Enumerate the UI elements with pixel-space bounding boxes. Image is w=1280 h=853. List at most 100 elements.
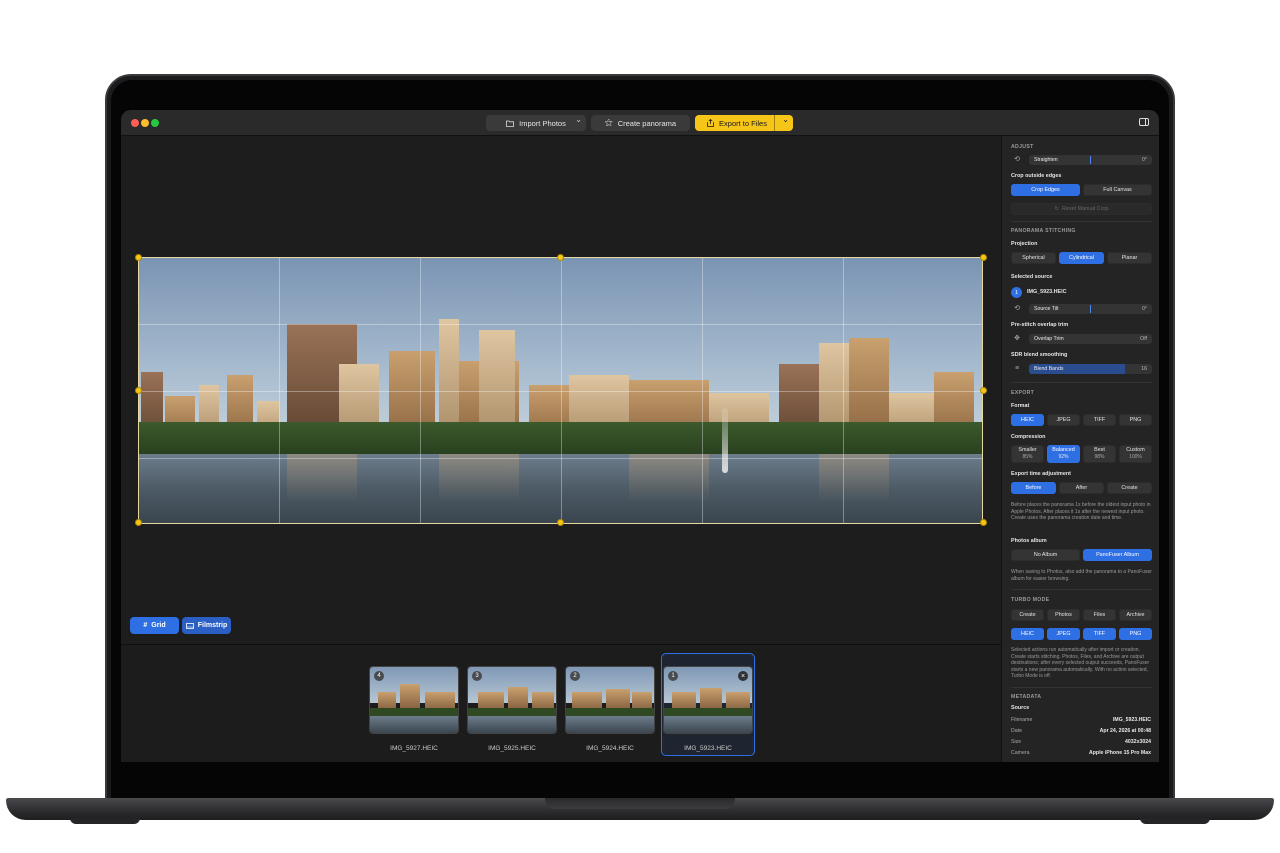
share-icon (707, 119, 714, 127)
format-heic-option[interactable]: HEIC (1011, 414, 1044, 426)
thumbnail-water (370, 715, 458, 733)
crop-handle-bottom[interactable] (557, 519, 564, 526)
reflection (629, 454, 709, 502)
sidebar-toggle-icon[interactable] (1139, 118, 1149, 126)
grid-view-button[interactable]: # Grid (130, 617, 179, 634)
turbo-create-toggle[interactable]: Create (1011, 609, 1044, 621)
cylindrical-option[interactable]: Cylindrical (1059, 252, 1104, 264)
thumbnail[interactable]: 3 (467, 666, 557, 734)
straighten-slider[interactable]: Straighten 0° (1029, 155, 1152, 165)
divider (1011, 382, 1152, 383)
time-before-option[interactable]: Before (1011, 482, 1056, 494)
compression-balanced-option[interactable]: Balanced 92% (1047, 445, 1080, 463)
app-window: Import Photos ⌄ ⚝ Create panorama Export… (121, 110, 1159, 762)
reflection (439, 454, 519, 502)
turbo-archive-toggle[interactable]: Archive (1119, 609, 1152, 621)
album-note: When saving to Photos, also add the pano… (1011, 569, 1152, 582)
turbo-tiff-toggle[interactable]: TIFF (1083, 628, 1116, 640)
hash-icon: # (143, 622, 148, 629)
reset-manual-crop-button[interactable]: ↻ Reset Manual Crop (1011, 203, 1152, 215)
overlap-trim-slider[interactable]: Overlap Trim Off (1029, 334, 1152, 344)
crop-handle-bottom-left[interactable] (135, 519, 142, 526)
format-tiff-option[interactable]: TIFF (1083, 414, 1116, 426)
format-label: Format (1011, 403, 1030, 409)
title-bar: Import Photos ⌄ ⚝ Create panorama Export… (121, 110, 1159, 136)
thumbnail-filename: IMG_5925.HEIC (488, 745, 536, 752)
filmstrip-view-button[interactable]: Filmstrip (182, 617, 231, 634)
compression-smaller-option[interactable]: Smaller 85% (1011, 445, 1044, 463)
folder-icon (506, 120, 515, 127)
blend-bands-slider[interactable]: Blend Bands 16 (1029, 364, 1152, 374)
thumbnail[interactable]: 2 (565, 666, 655, 734)
export-to-files-label: Export to Files (719, 118, 767, 128)
reset-label: Reset Manual Crop (1062, 206, 1109, 212)
time-create-option[interactable]: Create (1107, 482, 1152, 494)
turbo-files-toggle[interactable]: Files (1083, 609, 1116, 621)
time-after-option[interactable]: After (1059, 482, 1104, 494)
divider (1011, 221, 1152, 222)
planar-option[interactable]: Planar (1107, 252, 1152, 264)
thumbnail-index-badge: 2 (570, 671, 580, 681)
laptop-notch (545, 798, 735, 809)
turbo-heic-toggle[interactable]: HEIC (1011, 628, 1044, 640)
crop-handle-bottom-right[interactable] (980, 519, 987, 526)
spherical-option[interactable]: Spherical (1011, 252, 1056, 264)
divider (1011, 687, 1152, 688)
format-jpeg-option[interactable]: JPEG (1047, 414, 1080, 426)
thumbnail[interactable]: 4 (369, 666, 459, 734)
turbo-photos-toggle[interactable]: Photos (1047, 609, 1080, 621)
metadata-value: Apr 24, 2026 at 00:48 (1099, 728, 1151, 734)
compression-best-option[interactable]: Best 98% (1083, 445, 1116, 463)
import-photos-button[interactable]: Import Photos ⌄ (486, 115, 586, 131)
reflection (819, 454, 889, 502)
full-canvas-option[interactable]: Full Canvas (1083, 184, 1152, 196)
create-panorama-button[interactable]: ⚝ Create panorama (591, 115, 690, 131)
zoom-window-button[interactable] (151, 119, 159, 127)
thumbnail-filename: IMG_5924.HEIC (586, 745, 634, 752)
minimize-window-button[interactable] (141, 119, 149, 127)
projection-label: Projection (1011, 241, 1038, 247)
filmstrip: 4 IMG_5927.HEIC 3 IMG_5925.HEIC 2 IMG_59… (121, 644, 1001, 762)
stitching-header: PANORAMA STITCHING (1011, 228, 1076, 234)
slider-marker (1090, 305, 1091, 313)
grid-line (139, 324, 982, 325)
reset-icon: ↻ (1054, 206, 1060, 212)
straighten-label: Straighten (1034, 157, 1058, 163)
turbo-mode-note: Selected actions run automatically after… (1011, 647, 1150, 680)
panofuser-album-option[interactable]: PanoFuser Album (1083, 549, 1152, 561)
thumbnail-index-badge: 4 (374, 671, 384, 681)
panorama-preview[interactable] (138, 257, 983, 524)
overlap-trim-value: Off (1140, 336, 1147, 342)
metadata-value: Apple iPhone 15 Pro Max (1089, 750, 1151, 756)
no-album-option[interactable]: No Album (1011, 549, 1080, 561)
option-value: 100% (1129, 454, 1142, 460)
crop-handle-top-right[interactable] (980, 254, 987, 261)
time-adjustment-label: Export time adjustment (1011, 471, 1071, 477)
turbo-jpeg-toggle[interactable]: JPEG (1047, 628, 1080, 640)
chevron-down-icon[interactable]: ⌄ (782, 115, 789, 124)
source-filename: IMG_5923.HEIC (1027, 289, 1067, 295)
export-to-files-button[interactable]: Export to Files ⌄ (695, 115, 793, 131)
compression-custom-option[interactable]: Custom 100% (1119, 445, 1152, 463)
panorama-canvas: # Grid Filmstrip (121, 136, 1001, 644)
option-value: 85% (1022, 454, 1033, 460)
format-png-option[interactable]: PNG (1119, 414, 1152, 426)
thumbnail-filename: IMG_5927.HEIC (390, 745, 438, 752)
metadata-value: 4032x3024 (1125, 739, 1151, 745)
metadata-key: Size (1011, 739, 1022, 745)
crop-handle-right[interactable] (980, 387, 987, 394)
turbo-png-toggle[interactable]: PNG (1119, 628, 1152, 640)
chevron-down-icon[interactable]: ⌄ (575, 115, 582, 124)
crop-edges-option[interactable]: Crop Edges (1011, 184, 1080, 196)
thumbnail-index-badge: 1 (668, 671, 678, 681)
remove-icon[interactable]: × (738, 671, 748, 681)
move-icon: ✥ (1014, 335, 1020, 342)
source-tilt-slider[interactable]: Source Tilt 0° (1029, 304, 1152, 314)
crop-handle-top-left[interactable] (135, 254, 142, 261)
crop-handle-left[interactable] (135, 387, 142, 394)
thumbnail-selected[interactable]: 1 × (663, 666, 753, 734)
list-icon: ≡ (1014, 365, 1020, 372)
crop-handle-top[interactable] (557, 254, 564, 261)
export-header: EXPORT (1011, 390, 1035, 396)
close-window-button[interactable] (131, 119, 139, 127)
